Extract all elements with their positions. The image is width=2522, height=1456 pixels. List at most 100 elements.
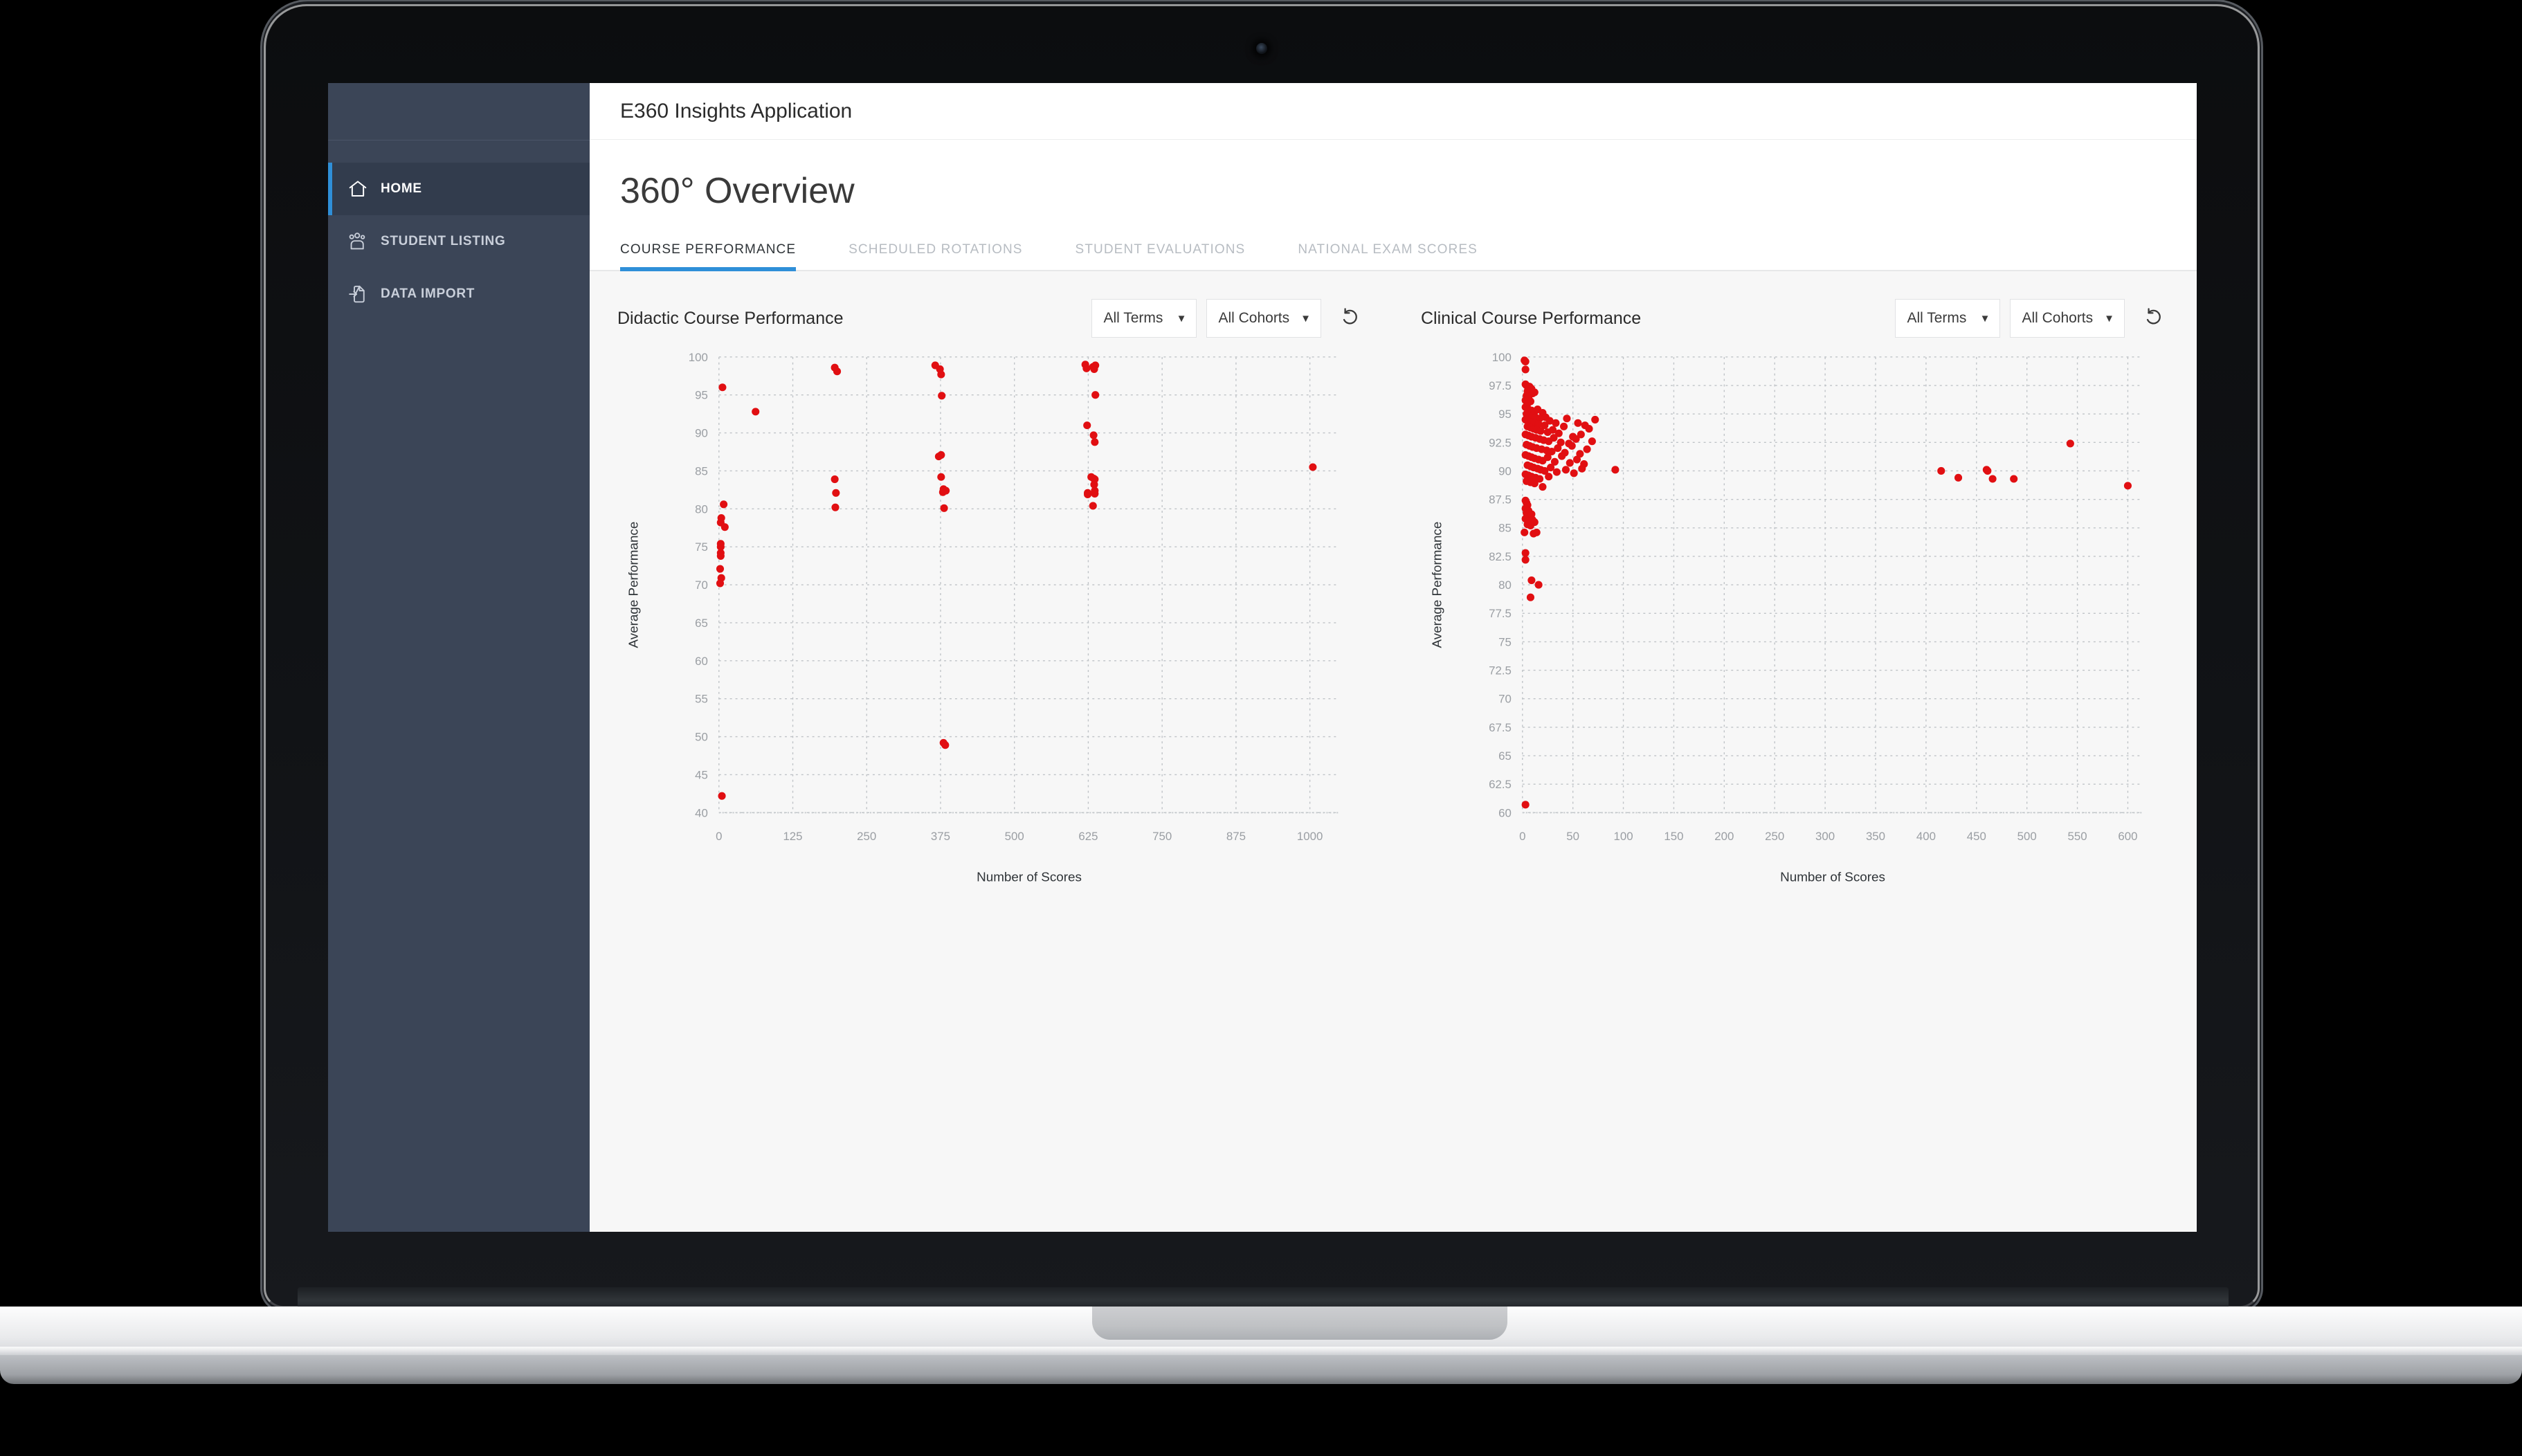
svg-text:85: 85 xyxy=(695,464,708,477)
webcam-icon xyxy=(1256,43,1267,54)
screenshot-stage: HOME STUDENT LISTING DATA IMPORT E360 In… xyxy=(0,0,2522,1456)
term-filter-clinical[interactable]: All Terms ▼ xyxy=(1895,299,2001,338)
page-title: 360° Overview xyxy=(620,171,855,211)
chevron-down-icon: ▼ xyxy=(1176,312,1187,325)
svg-text:100: 100 xyxy=(1492,351,1512,364)
svg-text:250: 250 xyxy=(857,830,876,843)
svg-text:100: 100 xyxy=(689,351,708,364)
svg-text:87.5: 87.5 xyxy=(1489,493,1512,507)
chart-clinical[interactable]: 60 62.5 65 67.5 70 72.5 75 77.5 80 82.5 85 87.5 90 92… xyxy=(1421,345,2169,893)
application-window: HOME STUDENT LISTING DATA IMPORT E360 In… xyxy=(328,83,2197,1232)
panel-header-didactic: Didactic Course Performance All Terms ▼ … xyxy=(617,296,1366,340)
svg-text:72.5: 72.5 xyxy=(1489,664,1512,677)
app-title: E360 Insights Application xyxy=(620,99,853,122)
svg-text:62.5: 62.5 xyxy=(1489,778,1512,791)
topbar: E360 Insights Application xyxy=(590,83,2197,140)
tab-national-exam-scores[interactable]: NATIONAL EXAM SCORES xyxy=(1298,242,1478,270)
refresh-counterclockwise-icon xyxy=(2142,306,2164,331)
cohort-filter-clinical[interactable]: All Cohorts ▼ xyxy=(2010,299,2125,338)
svg-text:Number of Scores: Number of Scores xyxy=(977,870,1082,884)
svg-text:75: 75 xyxy=(1498,635,1512,648)
tab-bar: COURSE PERFORMANCE SCHEDULED ROTATIONS S… xyxy=(590,212,2197,271)
svg-text:0: 0 xyxy=(716,830,722,843)
svg-text:375: 375 xyxy=(931,830,950,843)
file-import-icon xyxy=(347,284,377,304)
svg-text:95: 95 xyxy=(695,389,708,402)
svg-text:250: 250 xyxy=(1765,830,1784,843)
svg-text:100: 100 xyxy=(1614,830,1633,843)
svg-text:450: 450 xyxy=(1967,830,1986,843)
svg-text:80: 80 xyxy=(695,502,708,516)
sidebar-item-label: HOME xyxy=(381,181,422,196)
svg-text:92.5: 92.5 xyxy=(1489,436,1512,449)
home-icon xyxy=(347,179,377,199)
svg-text:125: 125 xyxy=(783,830,802,843)
tab-student-evaluations[interactable]: STUDENT EVALUATIONS xyxy=(1076,242,1246,270)
svg-text:67.5: 67.5 xyxy=(1489,721,1512,734)
chevron-down-icon: ▼ xyxy=(1979,312,1990,325)
cohort-filter-value: All Cohorts xyxy=(2022,310,2094,326)
sidebar-item-student-listing[interactable]: STUDENT LISTING xyxy=(328,215,590,268)
svg-text:55: 55 xyxy=(695,693,708,706)
svg-text:85: 85 xyxy=(1498,522,1512,535)
svg-text:70: 70 xyxy=(1498,693,1512,706)
people-icon xyxy=(347,231,377,252)
svg-text:500: 500 xyxy=(1005,830,1024,843)
svg-text:500: 500 xyxy=(2017,830,2037,843)
sidebar-item-label: STUDENT LISTING xyxy=(381,234,506,248)
sidebar-item-home[interactable]: HOME xyxy=(328,163,590,215)
chart-title-didactic: Didactic Course Performance xyxy=(617,308,844,328)
tab-course-performance[interactable]: COURSE PERFORMANCE xyxy=(620,242,797,271)
sidebar: HOME STUDENT LISTING DATA IMPORT xyxy=(328,83,590,1232)
svg-text:60: 60 xyxy=(1498,806,1512,819)
svg-text:65: 65 xyxy=(1498,749,1512,763)
chart-panels: Didactic Course Performance All Terms ▼ … xyxy=(590,271,2197,1232)
chart-title-clinical: Clinical Course Performance xyxy=(1421,308,1642,328)
panel-didactic: Didactic Course Performance All Terms ▼ … xyxy=(590,271,1393,1232)
svg-text:0: 0 xyxy=(1519,830,1525,843)
term-filter-value: All Terms xyxy=(1103,310,1163,326)
svg-text:Average Performance: Average Performance xyxy=(626,522,641,648)
svg-text:70: 70 xyxy=(695,579,708,592)
tab-scheduled-rotations[interactable]: SCHEDULED ROTATIONS xyxy=(849,242,1022,270)
sidebar-item-data-import[interactable]: DATA IMPORT xyxy=(328,268,590,320)
refresh-counterclockwise-icon xyxy=(1339,306,1361,331)
term-filter-didactic[interactable]: All Terms ▼ xyxy=(1091,299,1197,338)
chart-didactic[interactable]: 40 45 50 55 60 65 70 75 80 85 90 95 100 0 125 250 375 500… xyxy=(617,345,1366,893)
svg-text:50: 50 xyxy=(695,731,708,744)
svg-text:350: 350 xyxy=(1866,830,1885,843)
laptop-base-highlight xyxy=(0,1347,2522,1354)
svg-text:750: 750 xyxy=(1152,830,1172,843)
svg-text:82.5: 82.5 xyxy=(1489,550,1512,563)
panel-clinical: Clinical Course Performance All Terms ▼ … xyxy=(1393,271,2197,1232)
cohort-filter-didactic[interactable]: All Cohorts ▼ xyxy=(1206,299,1321,338)
svg-text:40: 40 xyxy=(695,806,708,819)
svg-text:150: 150 xyxy=(1664,830,1683,843)
svg-text:75: 75 xyxy=(695,540,708,554)
svg-text:400: 400 xyxy=(1916,830,1936,843)
scatter-plot-clinical: 60 62.5 65 67.5 70 72.5 75 77.5 80 82.5 85 87.5 90 92… xyxy=(1430,351,2143,884)
svg-text:550: 550 xyxy=(2068,830,2087,843)
svg-text:97.5: 97.5 xyxy=(1489,379,1512,392)
refresh-button-clinical[interactable] xyxy=(2137,302,2169,334)
panel-header-clinical: Clinical Course Performance All Terms ▼ … xyxy=(1421,296,2169,340)
svg-text:80: 80 xyxy=(1498,579,1512,592)
svg-text:50: 50 xyxy=(1566,830,1579,843)
svg-text:200: 200 xyxy=(1714,830,1734,843)
chevron-down-icon: ▼ xyxy=(2104,312,2114,325)
sidebar-item-label: DATA IMPORT xyxy=(381,286,475,301)
svg-text:300: 300 xyxy=(1815,830,1835,843)
svg-text:600: 600 xyxy=(2118,830,2137,843)
svg-text:45: 45 xyxy=(695,768,708,781)
svg-text:77.5: 77.5 xyxy=(1489,607,1512,620)
svg-text:90: 90 xyxy=(1498,464,1512,477)
refresh-button-didactic[interactable] xyxy=(1334,302,1366,334)
svg-text:60: 60 xyxy=(695,655,708,668)
panel-toolbar-clinical: All Terms ▼ All Cohorts ▼ xyxy=(1895,299,2169,338)
page-header: 360° Overview COURSE PERFORMANCE SCHEDUL… xyxy=(590,140,2197,271)
term-filter-value: All Terms xyxy=(1907,310,1967,326)
svg-text:875: 875 xyxy=(1226,830,1246,843)
chevron-down-icon: ▼ xyxy=(1300,312,1311,325)
svg-text:625: 625 xyxy=(1078,830,1098,843)
